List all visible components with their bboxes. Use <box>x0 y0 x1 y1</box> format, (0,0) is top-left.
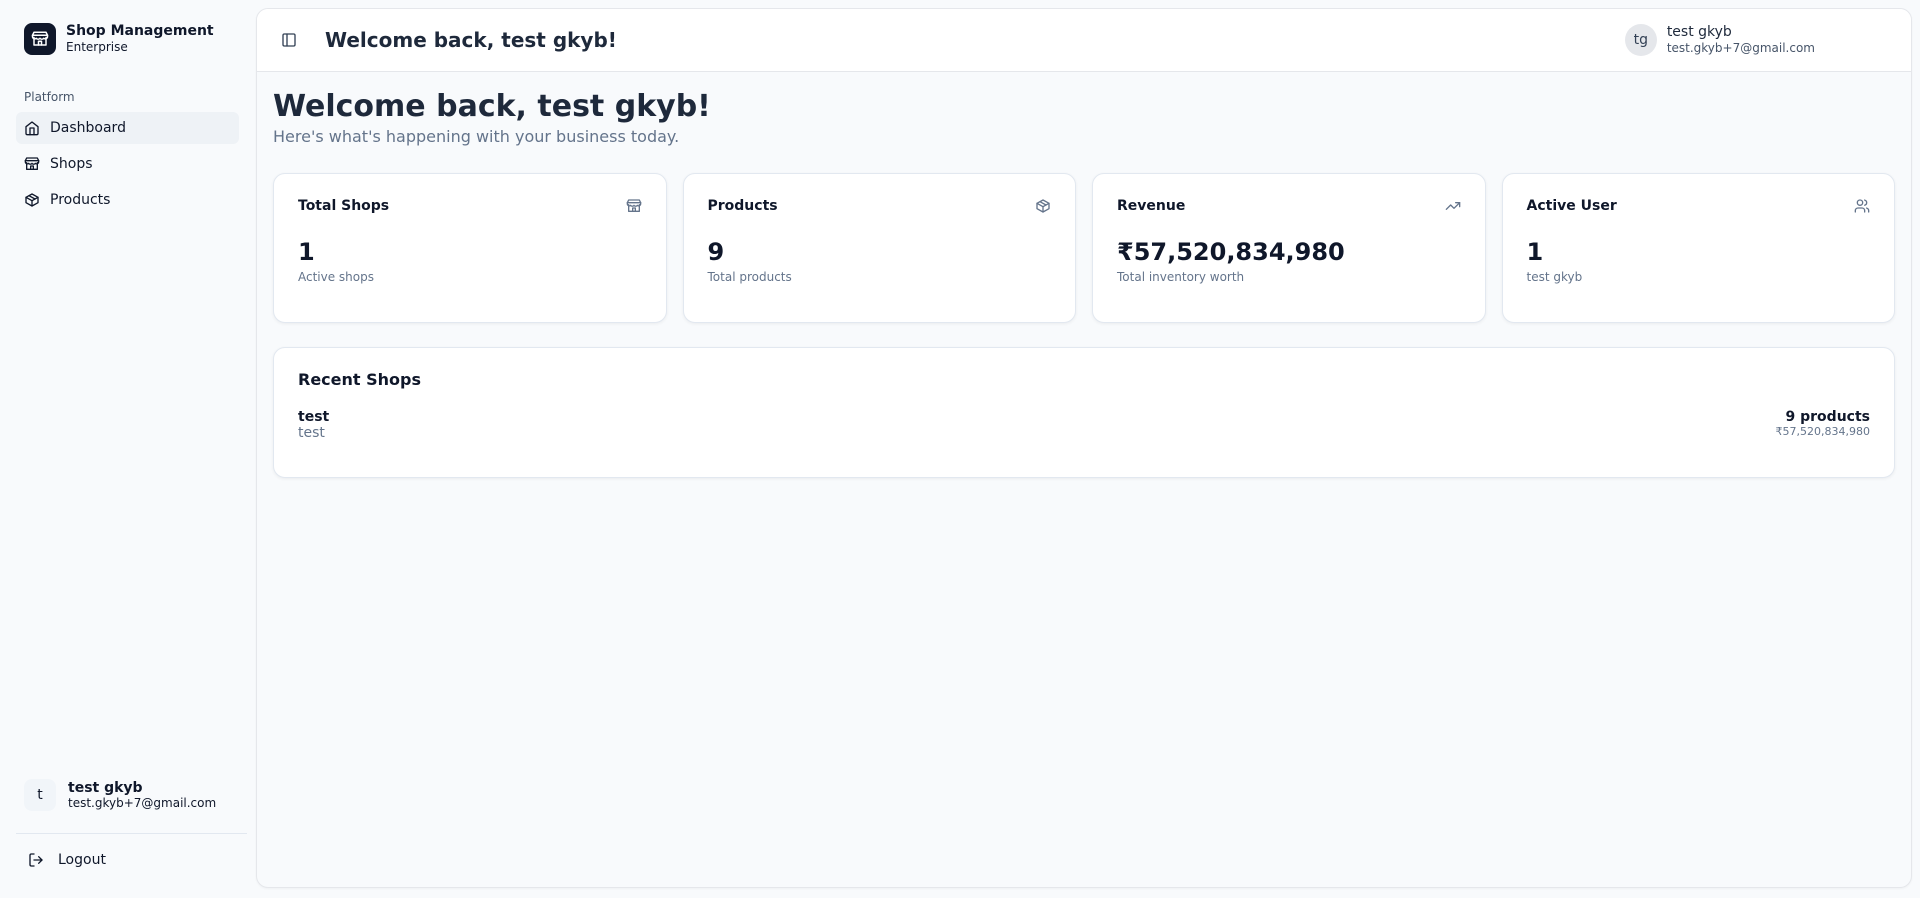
stat-card-revenue: Revenue ₹57,520,834,980 Total inventory … <box>1092 173 1486 323</box>
dashboard-content: Welcome back, test gkyb! Here's what's h… <box>257 72 1911 478</box>
stat-description: Total products <box>707 270 792 284</box>
stat-title: Total Shops <box>298 198 390 214</box>
user-email: test.gkyb+7@gmail.com <box>1666 41 1815 56</box>
app-root: Shop Management Enterprise Platform Dash… <box>0 0 1920 898</box>
avatar: tg <box>1624 24 1657 56</box>
users-icon <box>1854 198 1870 214</box>
trending-up-icon <box>1445 198 1461 214</box>
sidebar-user[interactable]: t test gkyb test.gkyb+7@gmail.com <box>16 765 247 825</box>
stat-title: Revenue <box>1117 198 1186 214</box>
shop-worth: ₹57,520,834,980 <box>1775 425 1870 438</box>
recent-shops-title: Recent Shops <box>298 370 421 389</box>
brand-title: Shop Management <box>66 23 214 40</box>
user-name: test gkyb <box>1666 24 1732 41</box>
stat-value: 9 <box>707 238 725 266</box>
stat-value: 1 <box>298 238 315 266</box>
package-icon <box>1035 198 1051 214</box>
avatar: t <box>24 779 56 811</box>
stat-card-active-user: Active User 1 test gkyb <box>1501 173 1895 323</box>
divider <box>16 833 247 834</box>
stat-title: Active User <box>1526 198 1617 214</box>
sidebar-item-label: Dashboard <box>50 120 126 136</box>
store-icon <box>626 198 642 214</box>
sidebar-item-label: Shops <box>50 156 93 172</box>
shop-product-count: 9 products <box>1785 409 1870 425</box>
sidebar-item-label: Products <box>50 192 111 208</box>
sidebar-item-products[interactable]: Products <box>16 184 239 216</box>
stat-title: Products <box>707 198 778 214</box>
logout-icon <box>28 852 44 868</box>
user-email: test.gkyb+7@gmail.com <box>68 796 217 810</box>
shop-description: test <box>298 425 325 441</box>
stat-card-products: Products 9 Total products <box>682 173 1076 323</box>
sidebar-item-dashboard[interactable]: Dashboard <box>16 112 239 144</box>
stat-description: Active shops <box>298 270 375 284</box>
store-icon <box>24 156 40 172</box>
stat-description: test gkyb <box>1526 270 1583 284</box>
stat-description: Total inventory worth <box>1117 270 1245 284</box>
stat-value: ₹57,520,834,980 <box>1117 238 1345 266</box>
package-icon <box>24 192 40 208</box>
sidebar: Shop Management Enterprise Platform Dash… <box>0 0 255 898</box>
logout-label: Logout <box>58 852 106 868</box>
user-name: test gkyb <box>68 780 143 796</box>
page-title: Welcome back, test gkyb! <box>273 89 711 124</box>
home-icon <box>24 120 40 136</box>
topbar-user-menu[interactable]: tg test gkyb test.gkyb+7@gmail.com <box>1624 24 1815 56</box>
page-subtitle: Here's what's happening with your busine… <box>273 127 680 146</box>
sidebar-item-shops[interactable]: Shops <box>16 148 239 180</box>
stats-row: Total Shops 1 Active shops Products 9 To… <box>273 173 1895 323</box>
brand[interactable]: Shop Management Enterprise <box>16 8 239 70</box>
topbar-title: Welcome back, test gkyb! <box>325 28 617 52</box>
stat-card-total-shops: Total Shops 1 Active shops <box>273 173 667 323</box>
stat-value: 1 <box>1526 238 1544 266</box>
main-panel: Welcome back, test gkyb! tg test gkyb te… <box>256 8 1912 888</box>
section-label: Platform <box>24 90 75 104</box>
logout-button[interactable]: Logout <box>16 838 247 882</box>
brand-subtitle: Enterprise <box>66 40 128 55</box>
shop-name: test <box>298 409 330 425</box>
recent-shops-card: Recent Shops test test 9 products ₹57,52… <box>273 347 1895 478</box>
store-icon <box>24 23 56 55</box>
list-item[interactable]: test test 9 products ₹57,520,834,980 <box>298 409 1870 441</box>
sidebar-nav: Dashboard Shops Products <box>16 112 239 216</box>
sidebar-footer: t test gkyb test.gkyb+7@gmail.com Logout <box>16 765 247 898</box>
topbar: Welcome back, test gkyb! tg test gkyb te… <box>257 9 1911 72</box>
panel-left-icon <box>281 32 297 48</box>
sidebar-toggle-button[interactable] <box>275 26 303 54</box>
